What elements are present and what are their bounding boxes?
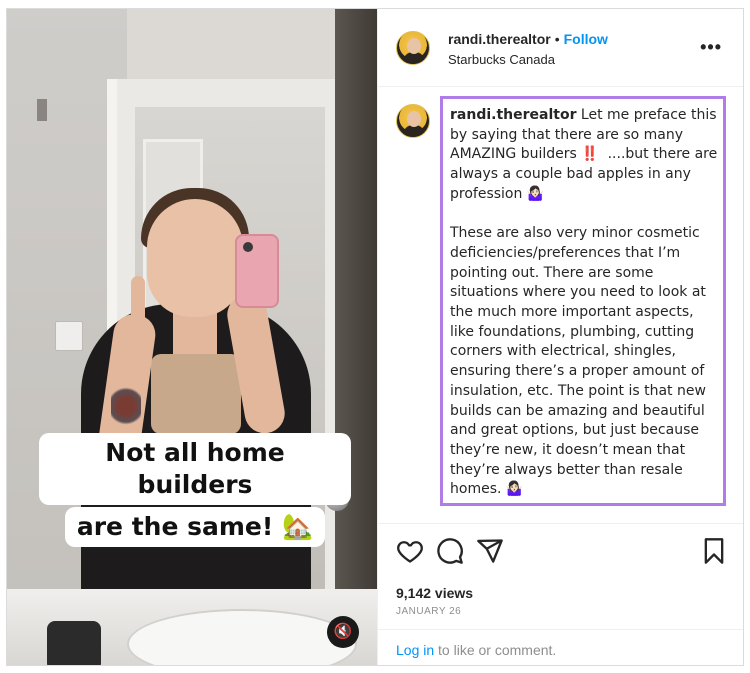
- avatar-face: [407, 111, 421, 127]
- camisole: [151, 354, 241, 434]
- raised-finger: [131, 276, 145, 326]
- caption-line-2: are the same! 🏡: [64, 507, 326, 547]
- video-media[interactable]: Not all home builders are the same! 🏡 🔇: [7, 9, 377, 665]
- post-header: randi.therealtor • Follow Starbucks Canada…: [378, 9, 743, 87]
- caption-line-1: Not all home builders: [39, 433, 351, 505]
- comment-avatar[interactable]: [396, 104, 430, 138]
- login-bar: Log in to like or comment.: [378, 629, 743, 665]
- bookmark-icon[interactable]: [700, 537, 728, 565]
- avatar-face: [407, 38, 421, 54]
- post-date[interactable]: JANUARY 26: [396, 606, 461, 617]
- video-caption: Not all home builders are the same! 🏡: [39, 433, 351, 547]
- avatar[interactable]: [396, 31, 430, 65]
- header-username[interactable]: randi.therealtor: [448, 31, 551, 47]
- person-figure: [71, 184, 331, 614]
- wall-fixture: [37, 99, 47, 121]
- more-options-icon[interactable]: •••: [700, 37, 722, 58]
- caption-text: Let me preface this by saying that there…: [450, 107, 718, 498]
- instagram-post: Not all home builders are the same! 🏡 🔇 …: [6, 8, 744, 666]
- login-link[interactable]: Log in: [396, 642, 434, 658]
- share-icon[interactable]: [476, 537, 504, 565]
- comment-icon[interactable]: [436, 537, 464, 565]
- caption-area: randi.therealtor Let me preface this by …: [378, 88, 743, 524]
- counter-object: [47, 621, 101, 665]
- login-rest-text: to like or comment.: [434, 642, 557, 658]
- action-bar: [378, 537, 743, 573]
- caption-username[interactable]: randi.therealtor: [450, 107, 576, 123]
- post-caption: randi.therealtor Let me preface this by …: [450, 106, 718, 500]
- view-count[interactable]: 9,142 views: [396, 585, 473, 601]
- phone-camera: [243, 242, 253, 252]
- post-panel: randi.therealtor • Follow Starbucks Canada…: [377, 9, 743, 665]
- location-label[interactable]: Starbucks Canada: [448, 52, 555, 67]
- arm-tattoo: [111, 384, 141, 428]
- header-name-row: randi.therealtor • Follow: [448, 31, 608, 49]
- muted-speaker-icon: 🔇: [333, 623, 353, 640]
- mute-button[interactable]: 🔇: [327, 616, 359, 648]
- heart-icon[interactable]: [396, 537, 424, 565]
- pink-phone: [235, 234, 279, 308]
- face: [147, 199, 243, 317]
- login-prompt: Log in to like or comment.: [396, 642, 556, 658]
- dot-separator: •: [554, 31, 560, 47]
- follow-button[interactable]: Follow: [564, 31, 608, 47]
